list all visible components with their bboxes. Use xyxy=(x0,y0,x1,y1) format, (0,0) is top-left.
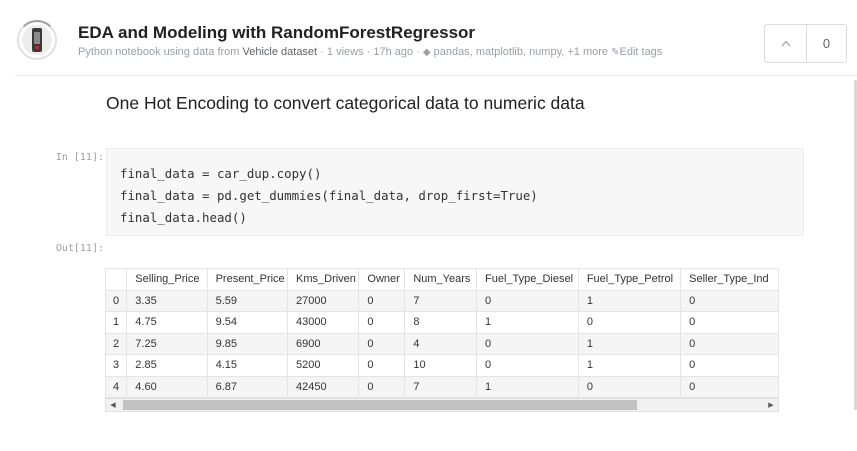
table-cell: 0 xyxy=(680,289,779,312)
table-cell: 7 xyxy=(404,375,477,398)
tag-icon: ◆ xyxy=(422,47,431,58)
code-cell[interactable]: final_data = car_dup.copy() final_data = … xyxy=(106,148,804,236)
vote-widget: 0 xyxy=(764,24,847,63)
code-line: final_data.head() xyxy=(120,210,247,225)
table-cell: 0 xyxy=(358,375,406,398)
table-cell: 7 xyxy=(404,289,477,312)
row-index: 0 xyxy=(105,289,128,312)
chevron-up-icon xyxy=(781,40,790,47)
table-cell: 5200 xyxy=(287,354,360,377)
table-cell: 0 xyxy=(680,332,779,355)
table-cell: 42450 xyxy=(287,375,360,398)
table-cell: 1 xyxy=(475,311,579,334)
table-row: 3 2.85 4.15 5200 0 10 0 1 0 xyxy=(105,354,779,377)
column-header: Selling_Price xyxy=(126,268,208,291)
table-cell: 10 xyxy=(404,354,477,377)
table-cell: 6900 xyxy=(287,332,360,355)
table-cell: 4 xyxy=(404,332,477,355)
column-header: Owner xyxy=(358,268,406,291)
table-row: 4 4.60 6.87 42450 0 7 1 0 0 xyxy=(105,375,779,398)
pencil-icon[interactable]: ✎ xyxy=(611,47,619,58)
meta-prefix: Python notebook using data from xyxy=(78,46,243,58)
horizontal-scrollbar[interactable]: ◀ ▶ xyxy=(105,398,779,412)
column-header: Kms_Driven xyxy=(287,268,360,291)
notebook-meta: Python notebook using data from Vehicle … xyxy=(78,46,662,58)
notebook-title[interactable]: EDA and Modeling with RandomForestRegres… xyxy=(78,23,475,43)
table-cell: 0 xyxy=(680,354,779,377)
upvote-button[interactable] xyxy=(765,25,807,62)
table-cell: 9.54 xyxy=(206,311,289,334)
table-cell: 3.35 xyxy=(126,289,208,312)
output-prompt: Out[11]: xyxy=(55,243,104,254)
scrollbar-thumb[interactable] xyxy=(123,400,637,410)
table-cell: 0 xyxy=(577,375,682,398)
row-index: 2 xyxy=(105,332,128,355)
table-cell: 7.25 xyxy=(126,332,208,355)
dataframe-output: Selling_Price Present_Price Kms_Driven O… xyxy=(105,268,781,414)
row-index: 4 xyxy=(105,375,128,398)
column-header: Fuel_Type_Diesel xyxy=(475,268,579,291)
author-avatar[interactable] xyxy=(17,20,57,66)
triangle-left-icon[interactable]: ◀ xyxy=(106,399,120,411)
table-cell: 0 xyxy=(475,332,579,355)
code-block: final_data = car_dup.copy() final_data = … xyxy=(120,163,538,229)
vote-count: 0 xyxy=(822,36,831,51)
table-cell: 5.59 xyxy=(206,289,289,312)
table-row: 1 4.75 9.54 43000 0 8 1 0 0 xyxy=(105,311,779,334)
table-cell: 0 xyxy=(475,289,579,312)
meta-views: · 1 views · 17h ago · xyxy=(317,46,423,58)
code-line: final_data = pd.get_dummies(final_data, … xyxy=(120,188,538,203)
header-divider xyxy=(15,75,857,76)
tags-list[interactable]: pandas, matplotlib, numpy, +1 more xyxy=(434,46,608,58)
table-cell: 8 xyxy=(404,311,477,334)
column-header: Present_Price xyxy=(206,268,289,291)
row-index: 3 xyxy=(105,354,128,377)
table-cell: 0 xyxy=(577,311,682,334)
input-prompt: In [11]: xyxy=(55,152,104,163)
table-cell: 27000 xyxy=(287,289,360,312)
table-row: 2 7.25 9.85 6900 0 4 0 1 0 xyxy=(105,332,779,355)
edit-tags-link[interactable]: Edit tags xyxy=(620,46,663,58)
dataframe-viewport: Selling_Price Present_Price Kms_Driven O… xyxy=(105,268,779,398)
dataset-link[interactable]: Vehicle dataset xyxy=(243,46,318,58)
table-cell: 0 xyxy=(358,354,406,377)
table-cell: 4.15 xyxy=(206,354,289,377)
table-header-row: Selling_Price Present_Price Kms_Driven O… xyxy=(105,268,779,291)
table-cell: 43000 xyxy=(287,311,360,334)
table-cell: 0 xyxy=(475,354,579,377)
table-cell: 4.75 xyxy=(126,311,208,334)
table-cell: 9.85 xyxy=(206,332,289,355)
column-header: Fuel_Type_Petrol xyxy=(577,268,682,291)
table-cell: 0 xyxy=(358,289,406,312)
table-cell: 4.60 xyxy=(126,375,208,398)
table-cell: 0 xyxy=(680,375,779,398)
table-cell: 1 xyxy=(577,354,682,377)
avatar-image xyxy=(22,25,52,55)
table-cell: 1 xyxy=(577,332,682,355)
table-cell: 1 xyxy=(577,289,682,312)
row-index: 1 xyxy=(105,311,128,334)
table-cell: 6.87 xyxy=(206,375,289,398)
table-cell: 0 xyxy=(358,332,406,355)
triangle-right-icon[interactable]: ▶ xyxy=(764,399,778,411)
code-line: final_data = car_dup.copy() xyxy=(120,166,322,181)
table-cell: 0 xyxy=(680,311,779,334)
column-header: Seller_Type_Ind xyxy=(680,268,779,291)
table-cell: 1 xyxy=(475,375,579,398)
table-cell: 0 xyxy=(358,311,406,334)
column-header xyxy=(105,268,128,291)
table-cell: 2.85 xyxy=(126,354,208,377)
table-row: 0 3.35 5.59 27000 0 7 0 1 0 xyxy=(105,289,779,312)
markdown-heading: One Hot Encoding to convert categorical … xyxy=(106,93,585,113)
dataframe-table: Selling_Price Present_Price Kms_Driven O… xyxy=(105,268,779,398)
column-header: Num_Years xyxy=(404,268,477,291)
